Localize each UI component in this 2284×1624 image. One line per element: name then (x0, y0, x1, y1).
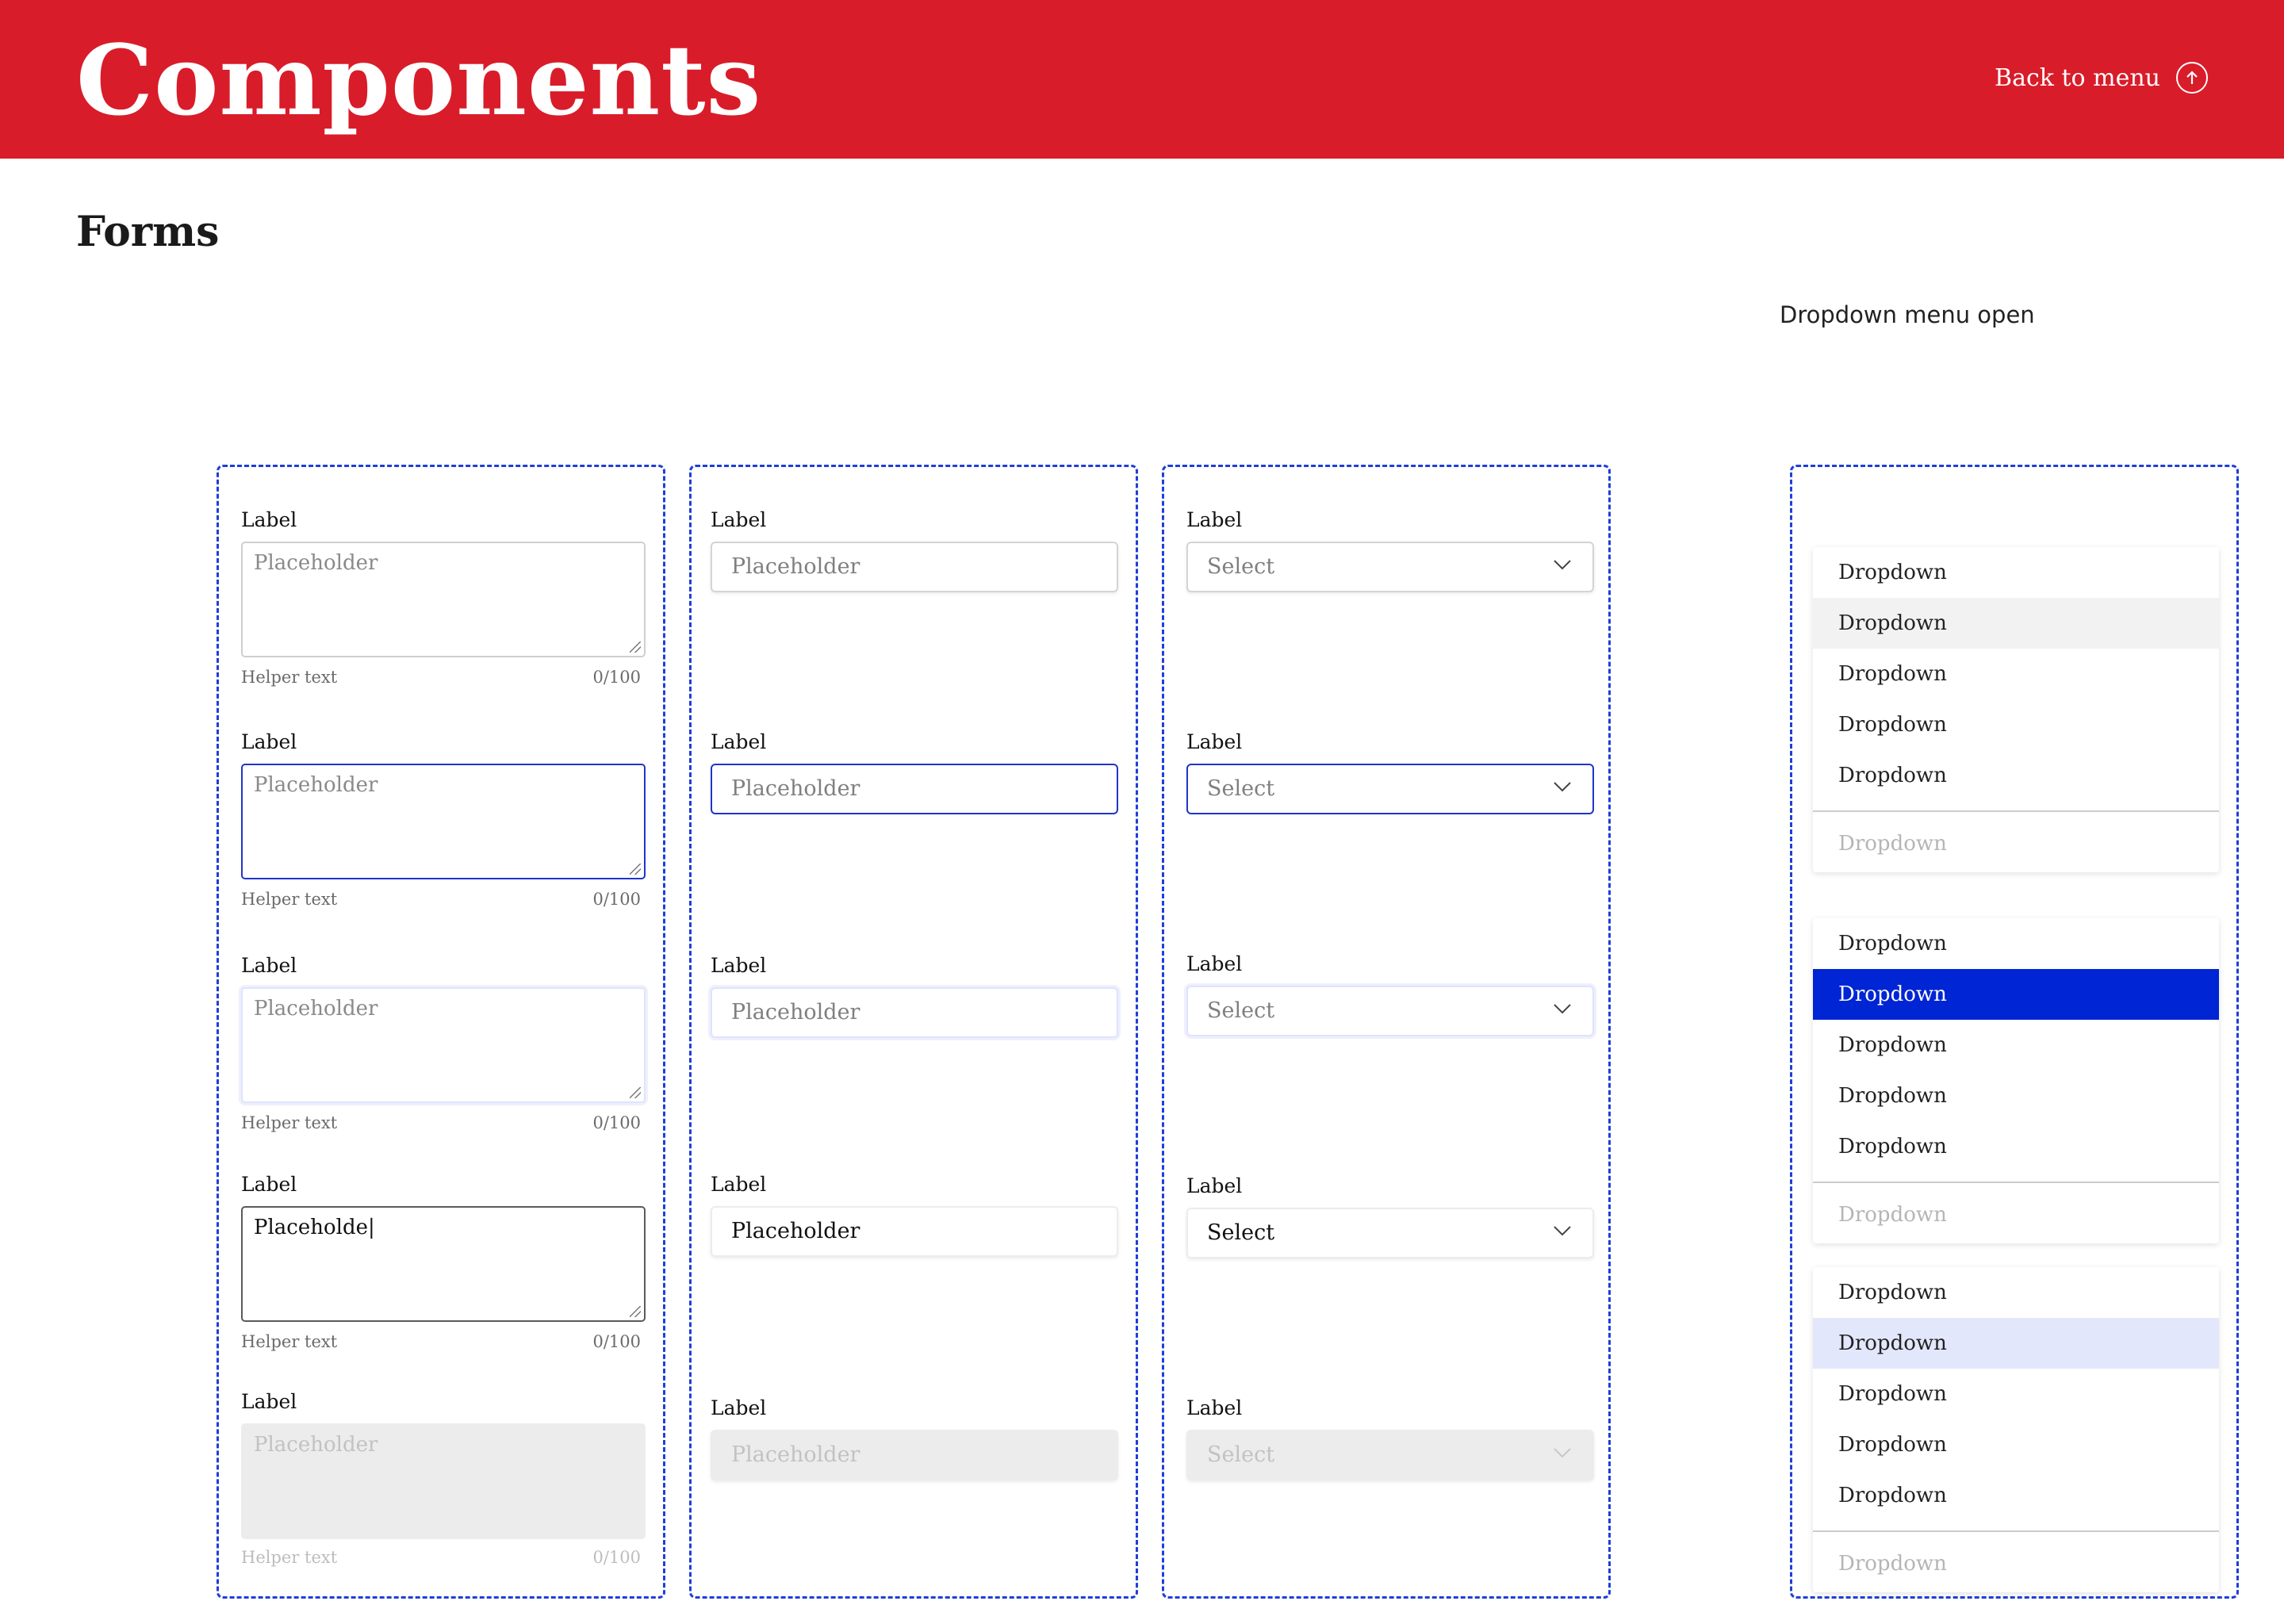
text-input-focus[interactable]: Placeholder (711, 764, 1118, 814)
section-title: Forms (76, 208, 220, 256)
select-value: Select (1207, 776, 1275, 801)
dropdown-option-selected[interactable]: Dropdown (1813, 969, 2219, 1020)
dropdown-option[interactable]: Dropdown (1813, 699, 2219, 750)
text-input-default[interactable]: Placeholder (711, 542, 1118, 592)
text-input-hover[interactable]: Placeholder (711, 987, 1118, 1038)
back-to-menu-link[interactable]: Back to menu (1995, 62, 2208, 94)
field-label: Label (241, 1390, 297, 1413)
select-filled[interactable]: Select (1186, 1208, 1594, 1258)
dropdown-option[interactable]: Dropdown (1813, 1470, 2219, 1521)
back-to-menu-label: Back to menu (1995, 63, 2160, 92)
field-label: Label (241, 730, 297, 753)
textarea-text: Placeholde| (254, 1216, 375, 1239)
chevron-down-icon (1554, 1004, 1571, 1014)
textarea-text: Placeholder (254, 1433, 378, 1457)
helper-text: Helper text (241, 668, 338, 687)
field-label: Label (1186, 1174, 1243, 1197)
dropdown-option[interactable]: Dropdown (1813, 547, 2219, 598)
field-label: Label (711, 730, 767, 753)
resize-handle-icon[interactable] (630, 1087, 641, 1098)
dropdown-option[interactable]: Dropdown (1813, 649, 2219, 699)
input-column: Label Placeholder Label Placeholder Labe… (689, 465, 1138, 1599)
chevron-down-icon (1554, 1448, 1571, 1458)
select-hover[interactable]: Select (1186, 986, 1594, 1036)
dropdown-option[interactable]: Dropdown (1813, 1369, 2219, 1419)
dropdown-option-focused[interactable]: Dropdown (1813, 1318, 2219, 1369)
field-label: Label (711, 1173, 767, 1196)
app-header: Components Back to menu (0, 0, 2284, 159)
dropdown-option[interactable]: Dropdown (1813, 1121, 2219, 1172)
text-input-filled[interactable]: Placeholder (711, 1206, 1118, 1257)
textarea-text: Placeholder (254, 551, 378, 575)
select-value: Select (1207, 1442, 1275, 1467)
helper-text: Helper text (241, 1548, 338, 1567)
dropdown-option-disabled: Dropdown (1838, 1552, 1947, 1576)
select-disabled: Select (1186, 1430, 1594, 1480)
textarea-column: Label Placeholder Helper text 0/100 Labe… (217, 465, 665, 1599)
dropdown-menu: Dropdown Dropdown Dropdown Dropdown Drop… (1813, 1267, 2219, 1592)
page-title: Components (76, 23, 762, 137)
dropdown-menu: Dropdown Dropdown Dropdown Dropdown Drop… (1813, 547, 2219, 872)
field-label: Label (711, 1396, 767, 1419)
dropdown-option[interactable]: Dropdown (1813, 1020, 2219, 1071)
field-label: Label (241, 954, 297, 977)
char-counter: 0/100 (592, 1113, 641, 1132)
helper-text: Helper text (241, 1113, 338, 1132)
field-label: Label (711, 508, 767, 531)
chevron-down-icon (1554, 1226, 1571, 1236)
field-label: Label (1186, 952, 1243, 975)
dropdown-option[interactable]: Dropdown (1813, 750, 2219, 801)
select-default[interactable]: Select (1186, 542, 1594, 592)
select-column: Label Select Label Select Label Select L… (1162, 465, 1611, 1599)
dropdown-option[interactable]: Dropdown (1813, 1267, 2219, 1318)
select-value: Select (1207, 998, 1275, 1023)
resize-handle-icon[interactable] (630, 642, 641, 653)
textarea-filled[interactable]: Placeholde| (241, 1206, 646, 1322)
chevron-down-icon (1554, 560, 1571, 570)
chevron-down-icon (1554, 782, 1571, 792)
char-counter: 0/100 (592, 1332, 641, 1351)
arrow-up-circle-icon (2176, 62, 2208, 94)
char-counter: 0/100 (592, 1548, 641, 1567)
field-label: Label (1186, 508, 1243, 531)
textarea-text: Placeholder (254, 773, 378, 797)
helper-text: Helper text (241, 890, 338, 909)
dropdown-menu: Dropdown Dropdown Dropdown Dropdown Drop… (1813, 918, 2219, 1243)
char-counter: 0/100 (592, 890, 641, 909)
dropdown-option[interactable]: Dropdown (1813, 918, 2219, 969)
select-value: Select (1207, 1220, 1275, 1245)
field-label: Label (241, 1173, 297, 1196)
textarea-text: Placeholder (254, 997, 378, 1021)
text-input-disabled: Placeholder (711, 1430, 1118, 1480)
select-focus[interactable]: Select (1186, 764, 1594, 814)
field-label: Label (1186, 730, 1243, 753)
resize-handle-icon[interactable] (630, 864, 641, 875)
resize-handle-icon[interactable] (630, 1306, 641, 1317)
char-counter: 0/100 (592, 668, 641, 687)
dropdown-caption: Dropdown menu open (1780, 301, 2035, 328)
textarea-disabled: Placeholder (241, 1423, 646, 1539)
select-value: Select (1207, 554, 1275, 579)
dropdown-option[interactable]: Dropdown (1813, 1419, 2219, 1470)
helper-text: Helper text (241, 1332, 338, 1351)
field-label: Label (1186, 1396, 1243, 1419)
field-label: Label (711, 954, 767, 977)
textarea-focus[interactable]: Placeholder (241, 764, 646, 879)
dropdown-option-disabled: Dropdown (1838, 1203, 1947, 1227)
textarea-default[interactable]: Placeholder (241, 542, 646, 657)
dropdown-option[interactable]: Dropdown (1813, 1071, 2219, 1121)
textarea-hover[interactable]: Placeholder (241, 987, 646, 1103)
field-label: Label (241, 508, 297, 531)
dropdown-option-hovered[interactable]: Dropdown (1813, 598, 2219, 649)
dropdown-option-disabled: Dropdown (1838, 832, 1947, 856)
